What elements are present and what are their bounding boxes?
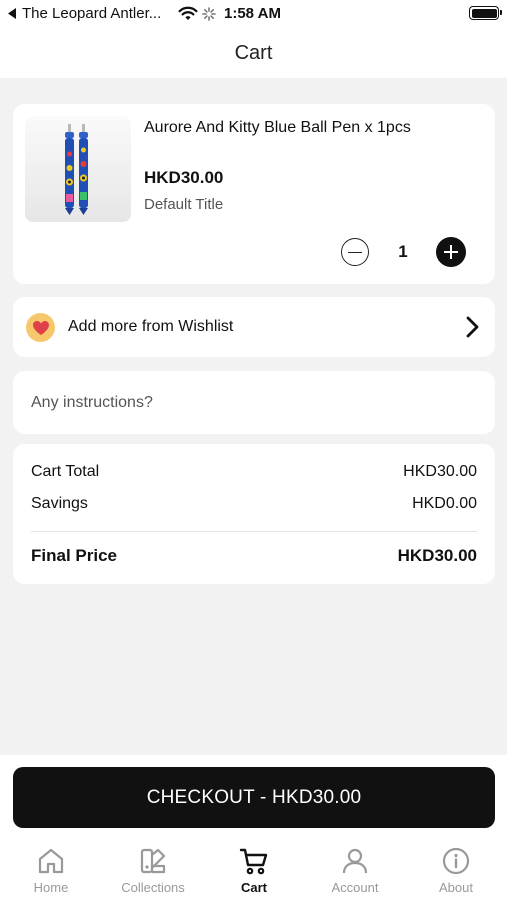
quantity-value: 1 [398,242,408,261]
account-icon [342,848,368,874]
cart-total-value: HKD30.00 [403,463,477,480]
summary-divider [31,531,477,532]
checkout-button[interactable]: CHECKOUT - HKD30.00 [13,767,495,828]
tab-bar: Home Collections Cart Account About [0,840,507,900]
chevron-right-icon [466,316,479,338]
product-image[interactable] [25,116,131,222]
home-icon [38,848,64,874]
cart-item-card: Aurore And Kitty Blue Ball Pen x 1pcs HK… [13,104,495,284]
final-price-row: Final Price HKD30.00 [31,546,477,566]
tab-cart-label: Cart [240,880,267,895]
wishlist-label: Add more from Wishlist [68,318,234,335]
status-center: 1:58 AM [178,5,281,22]
cart-total-label: Cart Total [31,463,100,480]
final-price-value: HKD30.00 [397,546,477,565]
tab-collections[interactable]: Collections [103,840,203,900]
instructions-card [13,371,495,434]
tab-home[interactable]: Home [1,840,101,900]
page-title: Cart [0,28,507,78]
heart-icon [26,313,55,342]
product-title[interactable]: Aurore And Kitty Blue Ball Pen x 1pcs [144,117,414,138]
tab-collections-label: Collections [121,880,185,895]
info-icon [442,847,470,875]
product-variant: Default Title [144,196,224,213]
tab-account[interactable]: Account [305,840,405,900]
cart-total-row: Cart Total HKD30.00 [31,463,477,481]
wifi-icon [178,6,198,20]
status-time: 1:58 AM [224,5,281,22]
increase-quantity-button[interactable] [436,237,466,267]
tab-about[interactable]: About [406,840,506,900]
decrease-quantity-button[interactable] [341,238,369,266]
product-price: HKD30.00 [144,168,224,187]
add-from-wishlist-row[interactable]: Add more from Wishlist [13,297,495,357]
pen-illustration [65,124,88,215]
back-app-label: The Leopard Antler... [22,5,162,22]
instructions-input[interactable] [31,371,481,434]
back-triangle-icon [8,8,16,19]
price-summary-card: Cart Total HKD30.00 Savings HKD0.00 Fina… [13,444,495,584]
savings-value: HKD0.00 [412,495,477,512]
back-to-app-link[interactable]: The Leopard Antler... [8,5,161,22]
status-bar: The Leopard Antler... 1:58 AM [0,0,507,28]
battery-icon [469,6,502,20]
tab-about-label: About [439,880,473,895]
tab-home-label: Home [33,880,69,895]
tab-cart[interactable]: Cart [204,840,304,900]
savings-row: Savings HKD0.00 [31,495,477,513]
final-price-label: Final Price [31,546,117,565]
tab-account-label: Account [331,880,379,895]
cart-icon [239,848,268,875]
savings-label: Savings [31,495,88,512]
activity-spinner-icon [202,6,216,21]
collections-icon [140,848,166,874]
